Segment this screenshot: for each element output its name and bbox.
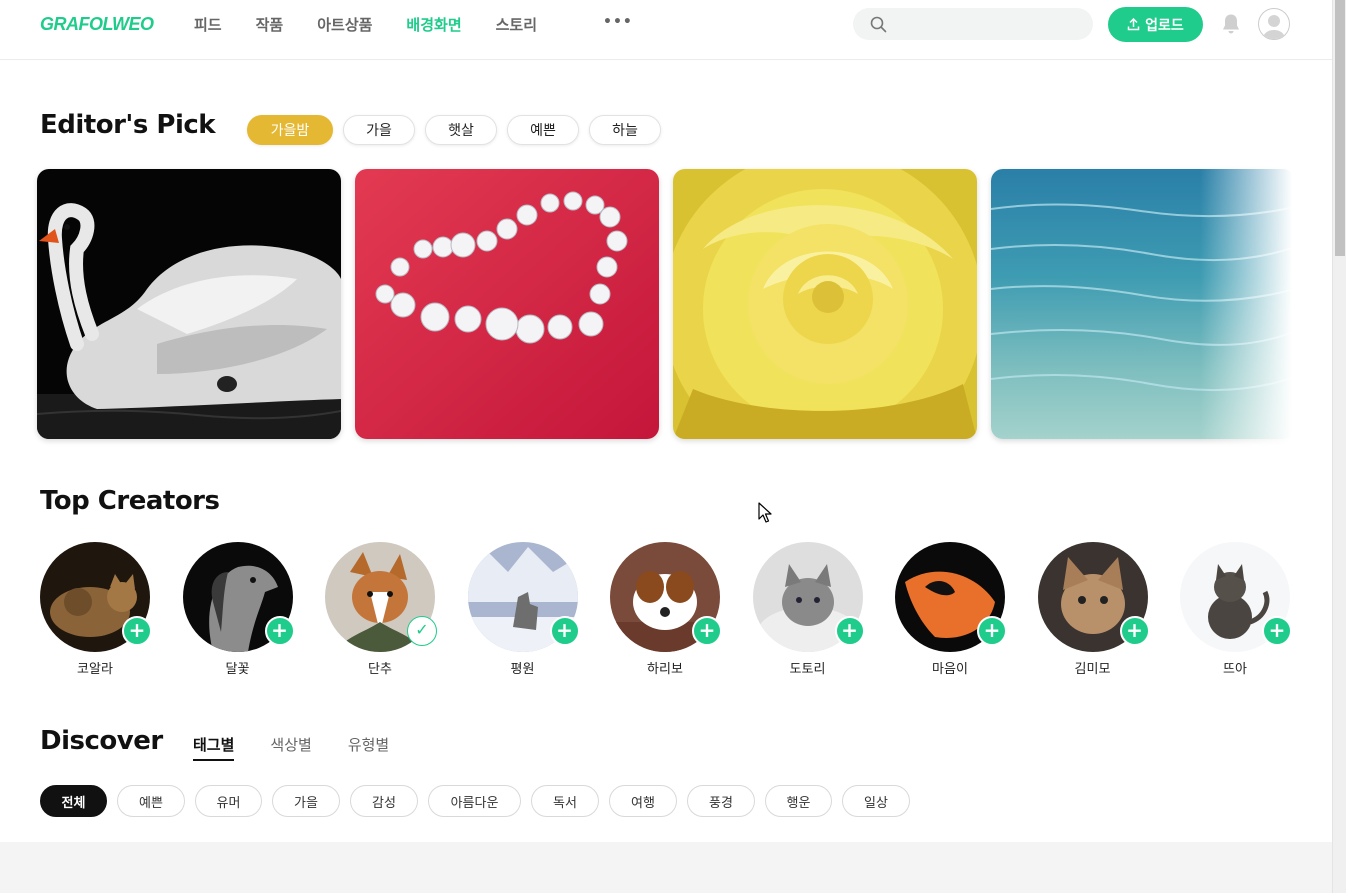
creator-item[interactable]: + 김미모 xyxy=(1037,542,1150,677)
tag-chip[interactable]: 풍경 xyxy=(687,785,755,817)
creator-item[interactable]: + 뜨아 xyxy=(1180,542,1292,677)
site-logo[interactable]: GRAFOLWEO xyxy=(40,14,154,35)
follow-plus-icon[interactable]: + xyxy=(549,616,580,646)
creators-list: + 코알라 + 달꽃 ✓ 단추 + 평원 + 하리보 + 도토리 + 마음이 +… xyxy=(40,542,1323,677)
yellow-rose-image xyxy=(673,169,977,439)
tag-chip[interactable]: 독서 xyxy=(531,785,599,817)
mouse-cursor-icon xyxy=(758,502,772,523)
pick-card-diamond-heart[interactable] xyxy=(355,169,659,439)
follow-plus-icon[interactable]: + xyxy=(834,616,865,646)
more-menu-icon[interactable]: ••• xyxy=(603,14,633,30)
nav-works[interactable]: 작품 xyxy=(256,14,284,35)
creator-name: 단추 xyxy=(368,662,392,677)
tag-chip[interactable]: 여행 xyxy=(609,785,677,817)
creator-name: 달꽃 xyxy=(225,662,250,677)
tab-by-tag[interactable]: 태그별 xyxy=(193,734,235,761)
follow-plus-icon[interactable]: + xyxy=(1262,616,1292,646)
editors-pick-title: Editor's Pick xyxy=(40,110,216,140)
creator-name: 하리보 xyxy=(647,662,683,677)
nav-wallpaper[interactable]: 배경화면 xyxy=(406,14,461,35)
follow-plus-icon[interactable]: + xyxy=(977,616,1007,646)
editors-pick-chips: 가을밤 가을 햇살 예쁜 하늘 xyxy=(247,115,661,145)
creator-item[interactable]: + 평원 xyxy=(467,542,580,677)
creator-name: 코알라 xyxy=(77,662,113,677)
footer-band xyxy=(0,842,1332,893)
pick-chip-sky[interactable]: 하늘 xyxy=(589,115,661,145)
creator-item[interactable]: + 달꽃 xyxy=(182,542,295,677)
creator-item[interactable]: + 하리보 xyxy=(610,542,722,677)
creator-name: 뜨아 xyxy=(1223,662,1247,677)
tag-chip[interactable]: 행운 xyxy=(765,785,832,817)
follow-plus-icon[interactable]: + xyxy=(122,616,152,646)
following-check-icon[interactable]: ✓ xyxy=(407,616,437,646)
creator-item[interactable]: + 도토리 xyxy=(752,542,865,677)
top-header: GRAFOLWEO 피드 작품 아트상품 배경화면 스토리 ••• 업로드 xyxy=(0,0,1332,60)
tag-chip[interactable]: 예쁜 xyxy=(117,785,185,817)
tab-by-type[interactable]: 유형별 xyxy=(348,734,389,761)
upload-icon xyxy=(1127,18,1140,31)
tag-chip[interactable]: 감성 xyxy=(350,785,418,817)
bell-icon[interactable] xyxy=(1219,12,1243,40)
tag-chip[interactable]: 일상 xyxy=(842,785,910,817)
main-nav: 피드 작품 아트상품 배경화면 스토리 xyxy=(194,14,571,35)
tag-chip[interactable]: 유머 xyxy=(195,785,262,817)
creator-item[interactable]: + 마음이 xyxy=(895,542,1007,677)
editors-pick-cards xyxy=(37,169,1295,439)
search-input[interactable] xyxy=(897,14,1077,34)
top-creators-title: Top Creators xyxy=(40,486,220,516)
pick-card-yellow-rose[interactable] xyxy=(673,169,977,439)
creator-name: 도토리 xyxy=(789,662,826,677)
pick-chip-autumn-night[interactable]: 가을밤 xyxy=(247,115,333,145)
search-bar[interactable] xyxy=(853,8,1093,40)
follow-plus-icon[interactable]: + xyxy=(264,616,295,646)
follow-plus-icon[interactable]: + xyxy=(1119,616,1150,646)
pick-chip-sunshine[interactable]: 햇살 xyxy=(425,115,497,145)
nav-art-goods[interactable]: 아트상품 xyxy=(317,14,372,35)
scrollbar-thumb[interactable] xyxy=(1335,0,1345,256)
creator-item[interactable]: + 코알라 xyxy=(40,542,152,677)
discover-tabs: 태그별 색상별 유형별 xyxy=(193,734,389,761)
tag-chip[interactable]: 가을 xyxy=(272,785,340,817)
creator-name: 평원 xyxy=(510,662,535,677)
cards-fade-overlay xyxy=(1200,160,1332,450)
swan-image xyxy=(37,169,341,439)
pick-chip-autumn[interactable]: 가을 xyxy=(343,115,415,145)
page-scrollbar[interactable] xyxy=(1332,0,1346,893)
search-icon xyxy=(870,16,887,33)
user-avatar[interactable] xyxy=(1258,8,1290,40)
tag-chip[interactable]: 아름다운 xyxy=(428,785,521,817)
upload-label: 업로드 xyxy=(1145,17,1184,34)
pick-card-swan[interactable] xyxy=(37,169,341,439)
creator-name: 김미모 xyxy=(1074,662,1111,677)
discover-title: Discover xyxy=(40,726,163,756)
tab-by-color[interactable]: 색상별 xyxy=(270,734,311,761)
creator-name: 마음이 xyxy=(932,662,968,677)
creator-item[interactable]: ✓ 단추 xyxy=(325,542,437,677)
pick-chip-pretty[interactable]: 예쁜 xyxy=(507,115,579,145)
upload-button[interactable]: 업로드 xyxy=(1108,7,1203,42)
discover-tag-chips: 전체 예쁜 유머 가을 감성 아름다운 독서 여행 풍경 행운 일상 xyxy=(40,785,910,817)
nav-feed[interactable]: 피드 xyxy=(194,14,222,35)
tag-all[interactable]: 전체 xyxy=(40,785,107,817)
nav-story[interactable]: 스토리 xyxy=(496,14,537,35)
follow-plus-icon[interactable]: + xyxy=(692,616,722,646)
diamond-heart-image xyxy=(355,169,659,439)
